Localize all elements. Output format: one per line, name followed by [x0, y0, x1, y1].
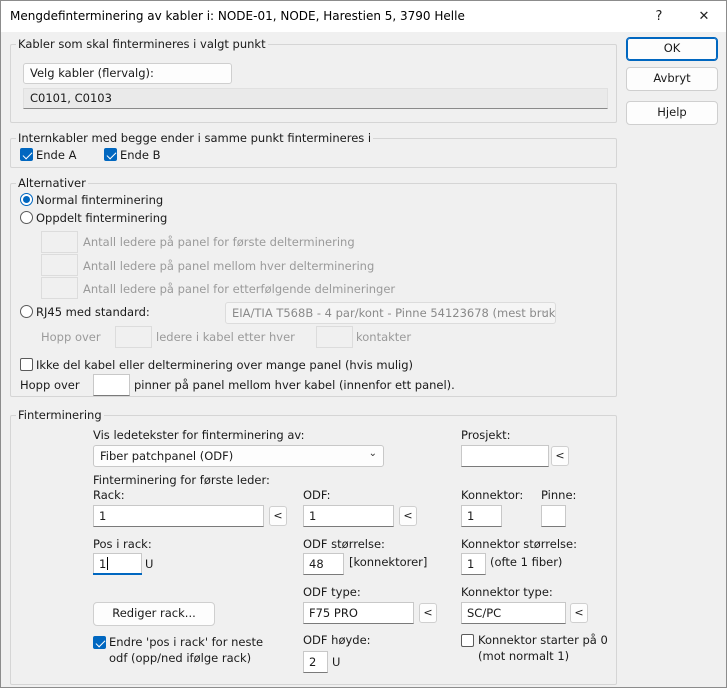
title-bar: Mengdefinterminering av kabler i: NODE-0… [1, 1, 726, 32]
project-field[interactable] [461, 445, 549, 467]
chevron-down-icon: ⌄ [368, 448, 377, 459]
odf-type-label: ODF type: [303, 585, 361, 599]
end-a-label: Ende A [36, 148, 77, 162]
split-following-field[interactable] [41, 277, 78, 299]
rj45-standard-select[interactable]: EIA/TIA T568B - 4 par/kont - Pinne 54123… [225, 302, 556, 324]
connector-label: Konnektor: [461, 488, 524, 502]
connector-size-field[interactable]: 1 [461, 553, 486, 575]
split-termination-label: Oppdelt finterminering [36, 211, 168, 225]
hopp-over-field[interactable] [115, 326, 152, 348]
close-icon[interactable]: ✕ [682, 1, 726, 32]
change-pos-label-1: Endre 'pos i rack' for neste [109, 635, 264, 649]
normal-termination-label: Normal finterminering [36, 193, 164, 207]
internal-cables-group-label: Internkabler med begge ender i samme pun… [16, 131, 374, 145]
split-following-label: Antall ledere på panel for etterfølgende… [83, 282, 396, 296]
kontakter-field[interactable] [316, 326, 353, 348]
pin-label: Pinne: [541, 488, 577, 502]
cancel-button[interactable]: Avbryt [626, 67, 718, 91]
no-split-label: Ikke del kabel eller delterminering over… [36, 358, 414, 372]
select-cables-button[interactable]: Velg kabler (flervalg): [23, 63, 232, 84]
pos-in-rack-value: 1 [99, 557, 107, 571]
connector-zero-checkbox[interactable] [461, 634, 474, 647]
chevron-down-icon: ⌄ [540, 305, 549, 316]
normal-termination-radio[interactable] [20, 193, 33, 206]
change-pos-checkbox[interactable] [93, 636, 106, 649]
edit-rack-button[interactable]: Rediger rack... [93, 602, 215, 626]
rack-label: Rack: [93, 488, 125, 502]
hopp-over-pins-field[interactable] [93, 374, 130, 396]
connector-field[interactable]: 1 [461, 505, 502, 527]
finterminering-group-label: Finterminering [16, 408, 104, 422]
odf-height-field[interactable]: 2 [303, 651, 328, 673]
cables-group-label: Kabler som skal fintermineres i valgt pu… [16, 37, 268, 51]
kontakter-label: kontakter [356, 330, 412, 344]
odf-field[interactable]: 1 [303, 505, 394, 527]
ledere-label: ledere i kabel etter hver [156, 330, 295, 344]
split-first-label: Antall ledere på panel for første delter… [83, 235, 355, 249]
odf-size-label: ODF størrelse: [303, 537, 385, 551]
rack-field[interactable]: 1 [93, 505, 264, 527]
pos-in-rack-field[interactable]: 1 [93, 553, 142, 575]
odf-type-pick-button[interactable]: < [419, 603, 437, 623]
pos-in-rack-label: Pos i rack: [93, 537, 152, 551]
rj45-radio[interactable] [20, 305, 33, 318]
selected-cables-field[interactable]: C0101, C0103 [23, 88, 608, 109]
first-lead-label: Finterminering for første leder: [93, 473, 270, 487]
show-labels-label: Vis ledetekster for finterminering av: [93, 428, 305, 442]
odf-size-unit: [konnektorer] [349, 555, 428, 569]
connector-type-field[interactable]: SC/PC [461, 602, 566, 624]
pins-label: pinner på panel mellom hver kabel (innen… [134, 378, 455, 392]
end-b-checkbox[interactable] [104, 148, 117, 161]
end-b-label: Ende B [120, 148, 161, 162]
text-caret [107, 557, 109, 570]
rj45-label: RJ45 med standard: [36, 305, 150, 319]
alternatives-group-label: Alternativer [16, 176, 88, 190]
rack-pick-button[interactable]: < [269, 506, 287, 526]
window-title: Mengdefinterminering av kabler i: NODE-0… [10, 9, 465, 23]
odf-type-field[interactable]: F75 PRO [303, 602, 414, 624]
connector-size-note: (ofte 1 fiber) [490, 555, 563, 569]
ok-button[interactable]: OK [626, 37, 718, 61]
project-pick-button[interactable]: < [551, 446, 569, 466]
connector-type-label: Konnektor type: [461, 585, 553, 599]
split-first-field[interactable] [41, 231, 78, 253]
pin-field[interactable] [541, 505, 566, 527]
split-between-field[interactable] [41, 254, 78, 276]
hopp-over-pins-label: Hopp over [20, 378, 80, 392]
change-pos-label-2: odf (opp/ned ifølge rack) [109, 651, 252, 665]
project-label: Prosjekt: [461, 428, 511, 442]
odf-height-label: ODF høyde: [303, 633, 371, 647]
odf-pick-button[interactable]: < [399, 506, 417, 526]
split-between-label: Antall ledere på panel mellom hver delte… [83, 259, 375, 273]
help-button[interactable]: Hjelp [626, 101, 718, 125]
connector-size-label: Konnektor størrelse: [461, 537, 577, 551]
pos-unit: U [145, 557, 154, 571]
hopp-over-label: Hopp over [41, 330, 101, 344]
connector-zero-label-2: (mot normalt 1) [478, 649, 570, 663]
no-split-checkbox[interactable] [20, 358, 33, 371]
show-labels-value: Fiber patchpanel (ODF) [100, 449, 234, 463]
odf-size-field[interactable]: 48 [303, 553, 344, 575]
odf-label: ODF: [303, 488, 331, 502]
connector-zero-label-1: Konnektor starter på 0 [478, 633, 608, 647]
rj45-standard-value: EIA/TIA T568B - 4 par/kont - Pinne 54123… [232, 306, 556, 320]
odf-height-unit: U [332, 655, 341, 669]
connector-type-pick-button[interactable]: < [570, 603, 588, 623]
dialog-window: Mengdefinterminering av kabler i: NODE-0… [0, 0, 727, 688]
split-termination-radio[interactable] [20, 211, 33, 224]
show-labels-select[interactable]: Fiber patchpanel (ODF) ⌄ [93, 445, 384, 467]
help-icon[interactable]: ? [637, 1, 681, 32]
end-a-checkbox[interactable] [20, 148, 33, 161]
focus-underline [93, 573, 142, 575]
